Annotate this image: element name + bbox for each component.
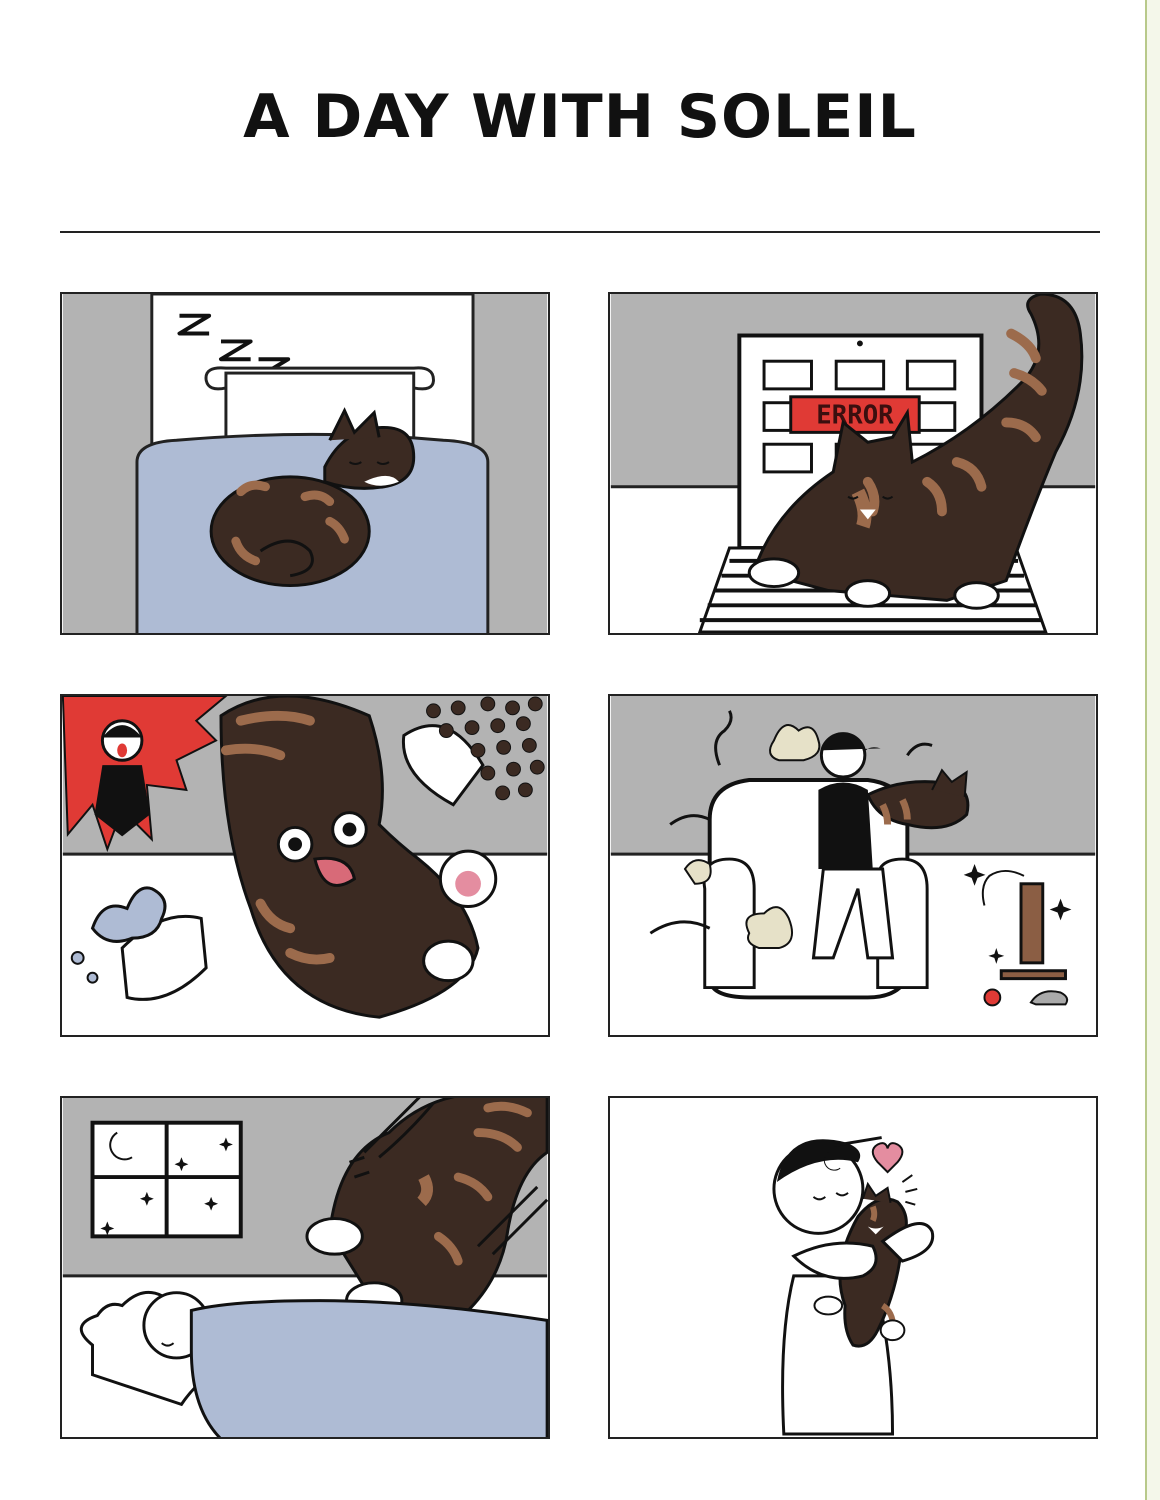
sleeping-cat-illustration <box>62 294 548 633</box>
comic-panel-1 <box>60 292 550 635</box>
owner-armchair-illustration <box>610 696 1096 1035</box>
page-edge-strip <box>1145 0 1160 1500</box>
comic-title: A DAY WITH SOLEIL <box>243 82 917 152</box>
comic-panel-3 <box>60 694 550 1037</box>
title-divider <box>60 231 1100 233</box>
cat-chaos-illustration <box>62 696 548 1035</box>
toy-ball-icon <box>983 988 1002 1007</box>
owner-hug-illustration <box>610 1098 1096 1437</box>
comic-panel-4 <box>608 694 1098 1037</box>
comic-panel-2: ERROR <box>608 292 1098 635</box>
error-text: ERROR <box>816 400 894 430</box>
comic-panel-5 <box>60 1096 550 1439</box>
shocked-owner-figure <box>94 719 150 837</box>
comic-panel-6 <box>608 1096 1098 1439</box>
night-window-icon <box>90 1120 243 1239</box>
night-jump-illustration <box>62 1098 548 1437</box>
cat-on-laptop-illustration: ERROR <box>610 294 1096 633</box>
blanket <box>189 1299 548 1437</box>
